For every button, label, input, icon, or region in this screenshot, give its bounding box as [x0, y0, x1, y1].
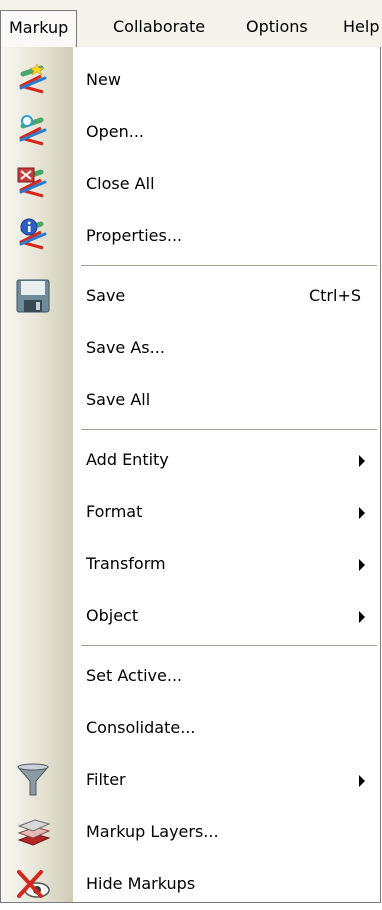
menu-item-new[interactable]: New	[1, 54, 381, 106]
submenu-arrow-icon	[359, 455, 365, 467]
open-markup-icon	[15, 114, 51, 150]
close-all-icon	[15, 166, 51, 202]
menu-item-label: Markup Layers...	[86, 822, 219, 841]
filter-icon	[15, 762, 51, 798]
menu-item-save-all[interactable]: Save All	[1, 374, 381, 426]
properties-icon	[15, 218, 51, 254]
menu-item-label: Set Active...	[86, 666, 183, 685]
menu-item-object[interactable]: Object	[1, 590, 381, 642]
menu-help[interactable]: Help	[343, 12, 379, 44]
menu-item-filter[interactable]: Filter	[1, 754, 381, 806]
menu-item-consolidate[interactable]: Consolidate...	[1, 702, 381, 754]
menu-item-label: Save	[86, 286, 126, 305]
menu-item-label: Save All	[86, 390, 151, 409]
menu-item-save-as[interactable]: Save As...	[1, 322, 381, 374]
menu-item-label: Properties...	[86, 226, 183, 245]
menu-item-label: Hide Markups	[86, 874, 196, 893]
menu-item-label: Consolidate...	[86, 718, 196, 737]
menu-item-save[interactable]: Save Ctrl+S	[1, 270, 381, 322]
new-markup-icon	[15, 62, 51, 98]
menu-item-label: Object	[86, 606, 139, 625]
menu-item-label: New	[86, 70, 121, 89]
menu-item-set-active[interactable]: Set Active...	[1, 650, 381, 702]
menu-item-transform[interactable]: Transform	[1, 538, 381, 590]
submenu-arrow-icon	[359, 611, 365, 623]
menu-item-hide-markups[interactable]: Hide Markups	[1, 858, 381, 910]
menu-separator	[81, 645, 377, 647]
shortcut-label: Ctrl+S	[308, 286, 361, 305]
menu-markup[interactable]: Markup	[0, 10, 78, 48]
menu-item-label: Format	[86, 502, 143, 521]
submenu-arrow-icon	[359, 507, 365, 519]
menu-item-label: Save As...	[86, 338, 165, 357]
menu-options[interactable]: Options	[246, 12, 308, 44]
menu-item-markup-layers[interactable]: Markup Layers...	[1, 806, 381, 858]
menu-item-label: Open...	[86, 122, 144, 141]
menu-collaborate[interactable]: Collaborate	[113, 12, 205, 44]
menu-item-properties[interactable]: Properties...	[1, 210, 381, 262]
save-icon	[15, 278, 51, 314]
submenu-arrow-icon	[359, 775, 365, 787]
menu-item-format[interactable]: Format	[1, 486, 381, 538]
menubar: Markup Collaborate Options Help	[0, 0, 382, 49]
menu-separator	[81, 429, 377, 431]
layers-icon	[15, 814, 51, 850]
menu-item-label: Filter	[86, 770, 126, 789]
menu-item-label: Transform	[86, 554, 166, 573]
menu-item-open[interactable]: Open...	[1, 106, 381, 158]
markup-dropdown-menu: New Open... Close All Properties... Save…	[0, 47, 381, 903]
hide-markups-icon	[15, 866, 51, 902]
menu-item-label: Close All	[86, 174, 155, 193]
menu-item-add-entity[interactable]: Add Entity	[1, 434, 381, 486]
menu-separator	[81, 265, 377, 267]
menu-item-close-all[interactable]: Close All	[1, 158, 381, 210]
menu-item-label: Add Entity	[86, 450, 169, 469]
submenu-arrow-icon	[359, 559, 365, 571]
